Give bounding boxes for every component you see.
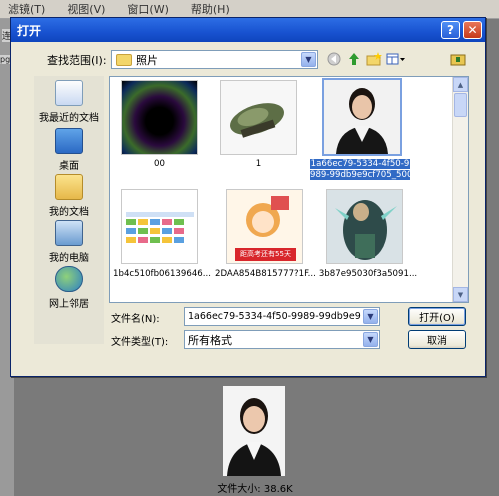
scroll-thumb[interactable] <box>454 93 467 117</box>
lookin-row: 查找范围(I): 照片 ▼ <box>11 48 485 70</box>
filename-label: 文件名(N): <box>111 314 160 325</box>
thumbnail-image <box>327 190 402 263</box>
open-dialog: 打开 ? ✕ 查找范围(I): 照片 ▼ 我最近的文档 桌面 我的文档 我的电脑… <box>10 17 486 377</box>
place-label: 我的电脑 <box>49 253 89 264</box>
file-thumbnail-portrait[interactable] <box>322 78 402 156</box>
place-network[interactable]: 网上邻居 <box>34 266 104 310</box>
file-name[interactable]: 3b87e95030f3a5091... <box>318 269 418 279</box>
filetype-value: 所有格式 <box>188 333 232 347</box>
place-my-documents[interactable]: 我的文档 <box>34 174 104 218</box>
filetype-label: 文件类型(T): <box>111 337 169 348</box>
file-name[interactable]: 1 <box>220 159 297 169</box>
scroll-up-icon[interactable]: ▲ <box>453 77 468 92</box>
cancel-button[interactable]: 取消 <box>408 330 466 349</box>
menu-help[interactable]: 帮助(H) <box>191 1 230 17</box>
help-button[interactable]: ? <box>441 21 460 39</box>
filetype-select[interactable]: 所有格式 ▼ <box>184 330 380 349</box>
file-thumbnail-chart[interactable] <box>121 189 198 264</box>
dialog-titlebar[interactable]: 打开 ? ✕ <box>11 18 485 42</box>
file-name-selected-line2[interactable]: 989-99db9e9cf705_500 <box>310 170 412 180</box>
place-label: 网上邻居 <box>49 299 89 310</box>
my-computer-icon <box>55 220 83 246</box>
place-my-computer[interactable]: 我的电脑 <box>34 220 104 264</box>
thumbnail-image <box>122 190 197 263</box>
close-button[interactable]: ✕ <box>463 21 482 39</box>
folder-icon <box>116 53 132 66</box>
filename-input[interactable]: 1a66ec79-5334-4f50-9989-99db9e9cf705_5 ▼ <box>184 307 380 326</box>
chevron-down-icon[interactable]: ▼ <box>363 309 378 324</box>
new-folder-icon[interactable] <box>365 51 383 67</box>
lookin-value: 照片 <box>136 53 158 67</box>
thumbnail-image <box>324 80 400 154</box>
vertical-scrollbar[interactable]: ▲ ▼ <box>452 77 468 302</box>
thumbnail-caption: 距高考还有55天 <box>240 250 291 258</box>
lookin-combo[interactable]: 照片 ▼ <box>111 50 318 69</box>
menu-filter[interactable]: 滤镜(T) <box>8 1 45 17</box>
back-icon[interactable] <box>325 51 343 67</box>
file-thumbnail-fantasy[interactable] <box>326 189 403 264</box>
lookin-label: 查找范围(I): <box>47 54 107 67</box>
filename-value: 1a66ec79-5334-4f50-9989-99db9e9cf705_5 <box>188 311 361 322</box>
file-thumbnail-1[interactable] <box>220 80 297 155</box>
thumbnail-image <box>122 81 197 154</box>
menu-view[interactable]: 视图(V) <box>67 1 105 17</box>
recent-documents-icon <box>55 80 83 106</box>
network-icon <box>55 266 83 292</box>
place-recent[interactable]: 我最近的文档 <box>34 80 104 124</box>
file-name-selected-line1[interactable]: 1a66ec79-5334-4f50-9 <box>310 159 410 169</box>
file-size-label: 文件大小: 38.6K <box>217 484 293 495</box>
preview-image <box>223 386 285 476</box>
file-name[interactable]: 00 <box>121 159 198 169</box>
place-desktop[interactable]: 桌面 <box>34 128 104 172</box>
views-menu-icon[interactable] <box>385 51 407 67</box>
place-label: 我的文档 <box>49 207 89 218</box>
open-button[interactable]: 打开(O) <box>408 307 466 326</box>
file-list-view[interactable]: 00 1 1a66ec79-5334-4f50-9 989-99db9e9cf7… <box>109 76 469 303</box>
places-bar: 我最近的文档 桌面 我的文档 我的电脑 网上邻居 <box>34 76 104 344</box>
preview-portrait <box>223 386 285 476</box>
chevron-down-icon[interactable]: ▼ <box>363 332 378 347</box>
file-name[interactable]: 1b4c510fb06139646... <box>112 269 212 279</box>
up-folder-icon[interactable] <box>345 51 363 67</box>
menu-window[interactable]: 窗口(W) <box>127 1 168 17</box>
thumbnail-image <box>221 81 296 154</box>
file-thumbnail-cartoon[interactable]: 距高考还有55天 <box>226 189 303 264</box>
bookmark-folder-icon[interactable] <box>449 51 467 67</box>
file-thumbnail-00[interactable] <box>121 80 198 155</box>
chevron-down-icon[interactable]: ▼ <box>301 52 316 67</box>
place-label: 我最近的文档 <box>39 113 99 124</box>
dialog-title: 打开 <box>17 23 42 38</box>
my-documents-icon <box>55 174 83 200</box>
file-name[interactable]: 2DAA854B815777?1F... <box>215 269 316 279</box>
desktop-icon <box>55 128 83 154</box>
place-label: 桌面 <box>59 161 79 172</box>
scroll-down-icon[interactable]: ▼ <box>453 287 468 302</box>
